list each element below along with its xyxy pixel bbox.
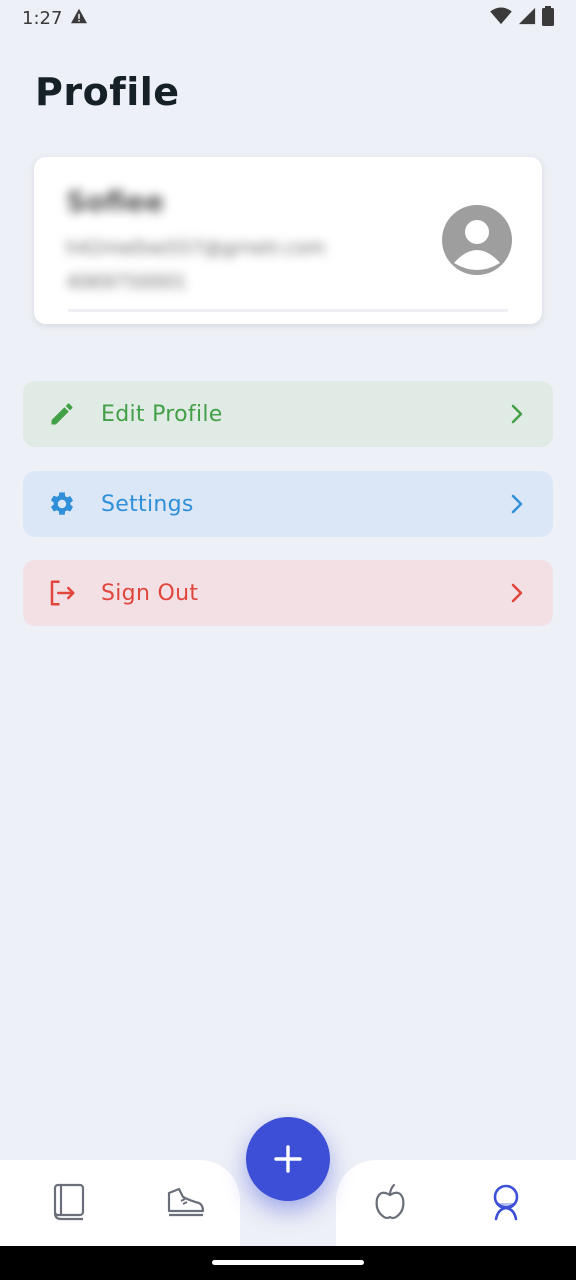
profile-email: h42me0xe557@grnetr.com <box>66 237 326 259</box>
sign-out-label: Sign Out <box>101 580 199 606</box>
profile-name: Sofiee <box>66 185 165 218</box>
add-button[interactable] <box>246 1117 330 1201</box>
nav-journal[interactable] <box>47 1180 91 1224</box>
page-title: Profile <box>35 70 180 114</box>
chevron-right-icon <box>505 492 529 516</box>
gear-icon <box>47 489 77 519</box>
signal-icon <box>518 7 536 30</box>
profile-icon <box>493 1184 519 1221</box>
shoe-icon <box>167 1187 205 1217</box>
settings-label: Settings <box>101 491 194 517</box>
wifi-icon <box>490 6 512 30</box>
card-divider <box>68 309 508 312</box>
home-indicator[interactable] <box>212 1260 364 1265</box>
status-bar: 1:27 <box>0 0 576 36</box>
nav-nutrition[interactable] <box>368 1180 412 1224</box>
nav-profile[interactable] <box>484 1180 528 1224</box>
plus-icon <box>274 1145 302 1173</box>
pencil-icon <box>47 399 77 429</box>
chevron-right-icon <box>505 581 529 605</box>
system-nav-bar <box>0 1246 576 1280</box>
profile-phone: 4069750001 <box>66 271 187 293</box>
warning-icon <box>70 8 88 29</box>
status-time: 1:27 <box>22 7 63 29</box>
battery-icon <box>542 5 554 31</box>
book-icon <box>53 1183 85 1221</box>
sign-out-button[interactable]: Sign Out <box>23 560 553 626</box>
logout-icon <box>47 578 77 608</box>
avatar[interactable] <box>442 205 512 275</box>
apple-icon <box>375 1183 405 1220</box>
chevron-right-icon <box>505 402 529 426</box>
settings-button[interactable]: Settings <box>23 471 553 537</box>
profile-card[interactable]: Sofiee h42me0xe557@grnetr.com 4069750001 <box>34 157 542 324</box>
edit-profile-label: Edit Profile <box>101 401 223 427</box>
nav-activity[interactable] <box>163 1180 207 1224</box>
person-icon <box>454 220 500 270</box>
edit-profile-button[interactable]: Edit Profile <box>23 381 553 447</box>
